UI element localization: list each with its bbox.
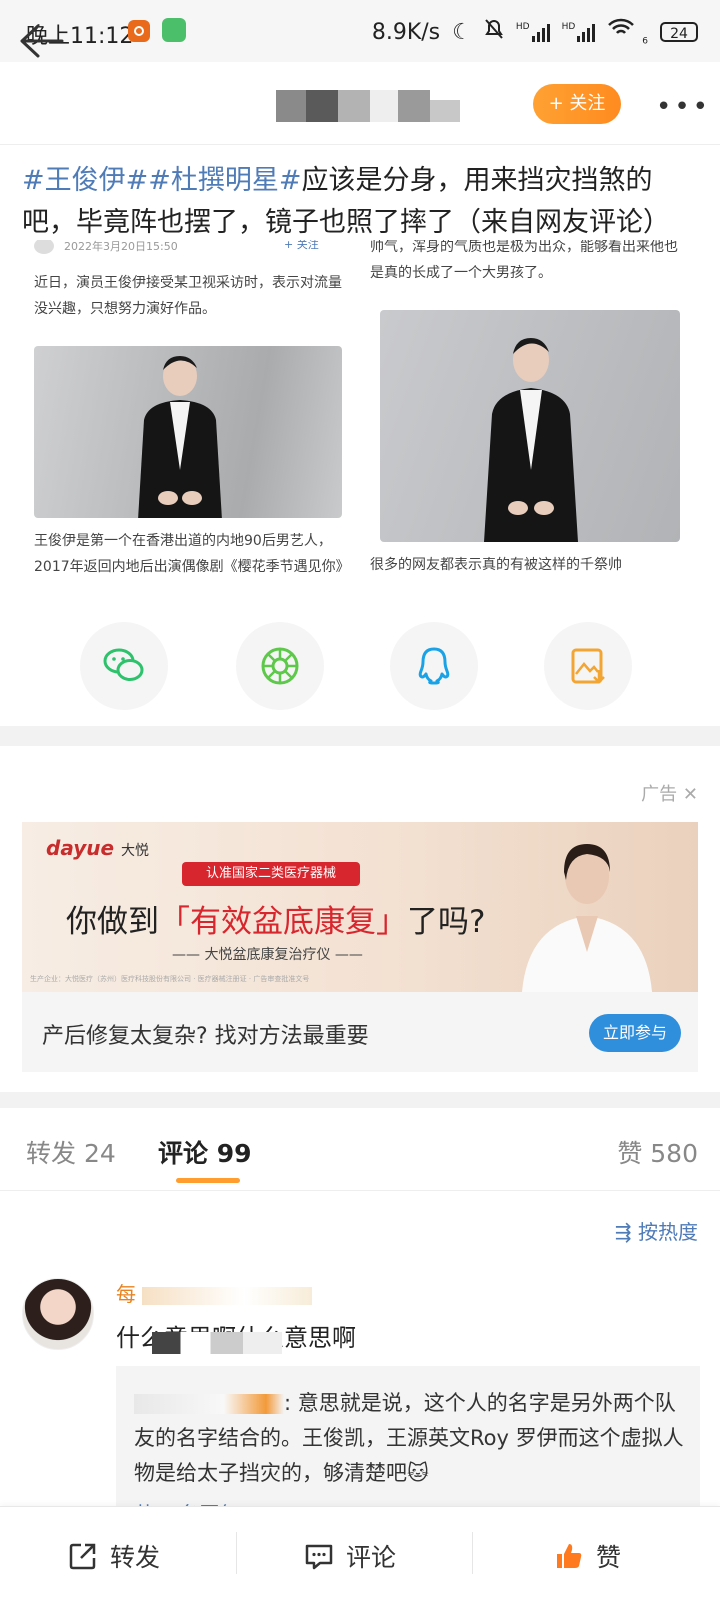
- qq-icon[interactable]: [390, 622, 478, 710]
- ad-brand: dayue 大悦: [46, 836, 149, 860]
- ad-model-image: [522, 844, 652, 992]
- repost-button[interactable]: 转发: [68, 1538, 160, 1574]
- ad-fine-print: 生产企业：大悦医疗（苏州）医疗科技股份有限公司 · 医疗器械注册证 · 广告审查…: [30, 975, 310, 983]
- mute-bell-icon: [484, 18, 504, 46]
- section-divider: [0, 1092, 720, 1108]
- article-paragraph: 帅气，浑身的气质也是极为出众，能够看出来他也是真的长成了一个大男孩了。: [370, 240, 678, 281]
- article-paragraph: 近日，演员王俊伊接受某卫视采访时，表示对流量没兴趣，只想努力演好作品。: [34, 275, 342, 317]
- article-paragraph: 王俊伊是第一个在香港出道的内地90后男艺人，2017年返回内地后出演偶像剧《樱花…: [34, 533, 350, 575]
- moon-icon: ☾: [452, 19, 472, 45]
- signal-label-2: HD: [561, 22, 576, 33]
- article-paragraph: 很多的网友都表示真的有被这样的千祭帅: [370, 557, 622, 573]
- post-text: #王俊伊##杜撰明星#应该是分身，用来挡灾挡煞的吧，毕竟阵也摆了，镜子也照了摔了…: [22, 160, 702, 244]
- portrait-photo: [34, 346, 342, 518]
- signal-label: HD: [515, 22, 530, 33]
- avatar[interactable]: [22, 1278, 94, 1350]
- wifi-badge: 6: [642, 36, 648, 47]
- moments-icon[interactable]: [236, 622, 324, 710]
- net-speed: 8.9K/s: [371, 19, 441, 45]
- comment-button[interactable]: 评论: [304, 1538, 396, 1574]
- ad-headline-post: 了吗?: [407, 904, 486, 940]
- battery-icon: 24: [660, 22, 698, 43]
- ad-subline: —— 大悦盆底康复治疗仪 ——: [172, 947, 363, 963]
- hashtag-link[interactable]: #杜撰明星#: [148, 165, 301, 196]
- source-avatar: [34, 240, 54, 254]
- repost-icon: [69, 1543, 96, 1570]
- app-notification-icon: [128, 20, 150, 42]
- section-divider: [0, 726, 720, 746]
- article-date: 2022年3月20日15:50: [64, 240, 178, 253]
- follow-button[interactable]: + 关注: [533, 84, 621, 124]
- like-button[interactable]: 赞: [554, 1538, 621, 1574]
- status-indicators: 8.9K/s ☾ HD HD 6 24: [372, 18, 698, 46]
- ad-banner[interactable]: dayue 大悦 认准国家二类医疗器械 你做到「有效盆底康复」了吗? —— 大悦…: [22, 822, 698, 992]
- article-follow: + 关注: [284, 240, 319, 251]
- blurred-reply-name: [134, 1394, 284, 1414]
- reply-text: : 意思就是说，这个人的名字是另外两个队友的名字结合的。王俊凯，王源英文Roy …: [134, 1386, 694, 1491]
- tab-repost[interactable]: 转发 24: [26, 1134, 116, 1170]
- wechat-notification-icon: [162, 18, 186, 42]
- wechat-icon[interactable]: [80, 622, 168, 710]
- portrait-photo: [380, 310, 680, 542]
- ad-cta-button[interactable]: 立即参与: [589, 1014, 681, 1052]
- repost-label: 转发: [110, 1543, 161, 1572]
- wifi-icon: 6: [607, 18, 648, 46]
- back-arrow-icon[interactable]: [18, 22, 64, 60]
- close-icon[interactable]: ✕: [683, 784, 698, 805]
- sort-button[interactable]: ⇶ 按热度: [615, 1216, 698, 1245]
- ad-brand-en: dayue: [46, 836, 115, 860]
- comment-author[interactable]: 每: [116, 1278, 313, 1307]
- tab-comment[interactable]: 评论 99: [158, 1134, 252, 1170]
- divider: [472, 1532, 473, 1574]
- ad-headline-pre: 你做到: [66, 904, 159, 940]
- ad-label-text: 广告: [641, 784, 678, 805]
- save-image-icon[interactable]: [544, 622, 632, 710]
- sort-label: 按热度: [638, 1220, 698, 1244]
- blurred-name: [142, 1286, 313, 1305]
- comment-author-name: 每: [116, 1282, 136, 1306]
- ad-certification-badge: 认准国家二类医疗器械: [182, 862, 360, 886]
- signal-icon: HD: [515, 22, 550, 43]
- like-label: 赞: [596, 1543, 622, 1572]
- ad-brand-cn: 大悦: [121, 843, 150, 859]
- sort-icon: ⇶: [614, 1220, 632, 1244]
- ad-title[interactable]: 产后修复太复杂? 找对方法最重要: [42, 1018, 369, 1050]
- ad-label[interactable]: 广告 ✕: [641, 780, 698, 806]
- comment-label: 评论: [346, 1543, 397, 1572]
- comment-icon: [305, 1544, 333, 1570]
- active-tab-indicator: [176, 1178, 240, 1183]
- ad-headline-red: 「有效盆底康复」: [159, 904, 407, 940]
- divider: [236, 1532, 237, 1574]
- thumbs-up-icon: [557, 1544, 582, 1568]
- more-dots-icon[interactable]: •••: [656, 92, 711, 122]
- tab-divider: [0, 1190, 720, 1191]
- hashtag-link[interactable]: #王俊伊#: [22, 165, 148, 196]
- ad-headline: 你做到「有效盆底康复」了吗?: [66, 896, 485, 941]
- blurred-reply-author: [152, 1332, 282, 1354]
- signal-icon-2: HD: [561, 22, 596, 43]
- blurred-username[interactable]: [276, 90, 460, 122]
- post-image[interactable]: 2022年3月20日15:50 + 关注 近日，演员王俊伊接受某卫视采访时，表示…: [18, 240, 698, 578]
- tab-like[interactable]: 赞 580: [617, 1134, 698, 1170]
